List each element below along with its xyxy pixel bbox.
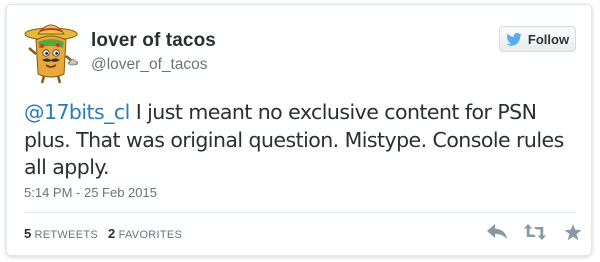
retweets-stat[interactable]: 5 RETWEETS	[24, 226, 98, 241]
mention-link[interactable]: @17bits_cl	[24, 100, 130, 124]
tweet-actions	[485, 221, 585, 243]
favorite-button[interactable]	[561, 221, 585, 243]
reply-button[interactable]	[485, 221, 509, 243]
favorites-stat[interactable]: 2 FAVORITES	[108, 226, 182, 241]
retweet-button[interactable]	[523, 221, 547, 243]
favorites-label: FAVORITES	[118, 229, 183, 241]
follow-button[interactable]: Follow	[499, 26, 576, 52]
tweet-text: @17bits_cl I just meant no exclusive con…	[24, 99, 584, 182]
user-handle[interactable]: @lover_of_tacos	[91, 56, 208, 74]
retweets-count: 5	[24, 226, 32, 241]
tweet-stats: 5 RETWEETS 2 FAVORITES	[24, 226, 182, 241]
taco-sombrero-mascot-icon	[24, 24, 79, 84]
retweets-label: RETWEETS	[34, 229, 99, 241]
reply-icon	[487, 224, 507, 239]
retweet-icon	[524, 224, 546, 240]
tweet-card: lover of tacos @lover_of_tacos Follow @1…	[6, 4, 592, 256]
divider	[24, 212, 576, 213]
avatar[interactable]	[24, 18, 79, 84]
follow-label: Follow	[527, 31, 570, 47]
bird-icon	[506, 32, 522, 46]
tweet-timestamp[interactable]: 5:14 PM - 25 Feb 2015	[24, 185, 157, 200]
favorites-count: 2	[108, 226, 116, 241]
star-icon	[564, 223, 582, 240]
display-name[interactable]: lover of tacos	[91, 30, 216, 52]
